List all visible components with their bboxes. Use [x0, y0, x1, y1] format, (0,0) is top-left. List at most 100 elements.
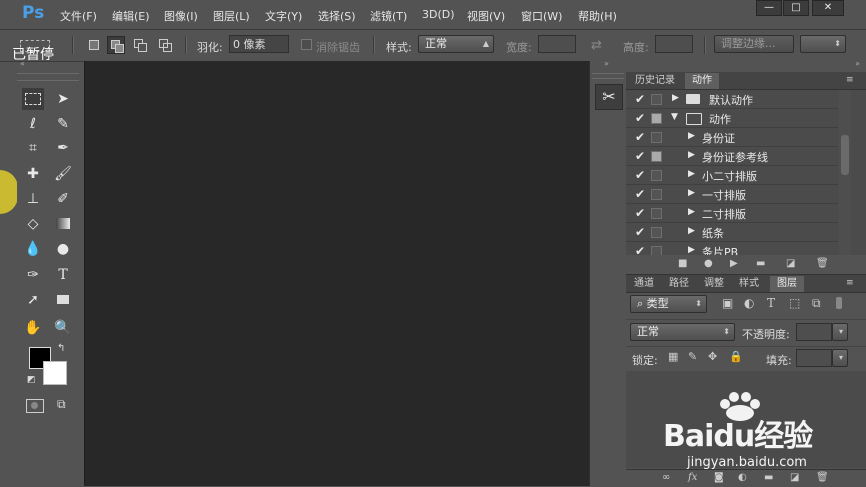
- crop-tool-icon[interactable]: ⌗: [22, 137, 44, 159]
- lock-all-icon[interactable]: 🔒: [729, 350, 743, 363]
- height-input[interactable]: [655, 35, 693, 53]
- new-group-icon[interactable]: ▬: [764, 472, 773, 483]
- new-set-icon[interactable]: ▬: [756, 258, 765, 269]
- filter-type-icon[interactable]: T: [767, 296, 775, 310]
- eyedropper-tool-icon[interactable]: ✒: [52, 137, 74, 159]
- menu-view[interactable]: 视图(V): [467, 8, 505, 24]
- swap-dimensions-icon[interactable]: ⇄: [591, 38, 602, 53]
- tab-history[interactable]: 历史记录: [629, 73, 681, 89]
- menu-3d[interactable]: 3D(D): [422, 8, 455, 21]
- tab-styles[interactable]: 样式: [734, 276, 764, 292]
- panel-menu-icon[interactable]: ≡: [846, 75, 854, 85]
- check-icon[interactable]: ✔: [635, 168, 645, 182]
- menu-window[interactable]: 窗口(W): [521, 8, 562, 24]
- check-icon[interactable]: ✔: [635, 130, 645, 144]
- feather-input[interactable]: 0 像素: [229, 35, 289, 53]
- filter-adjustment-icon[interactable]: ◐: [744, 296, 754, 310]
- check-icon[interactable]: ✔: [635, 92, 645, 106]
- pen-tool-icon[interactable]: ✑: [22, 264, 44, 286]
- check-icon[interactable]: ✔: [635, 206, 645, 220]
- panels-header[interactable]: »: [626, 59, 866, 71]
- clone-stamp-tool-icon[interactable]: ⊥: [22, 188, 44, 210]
- list-item[interactable]: ✔ ▶ 二寸排版: [626, 204, 838, 223]
- blend-mode-dropdown[interactable]: 正常 ⬍: [630, 323, 735, 341]
- screen-mode-icon[interactable]: ⧉: [57, 397, 66, 412]
- fill-slider-button[interactable]: ▾: [832, 349, 848, 367]
- tab-adjustments[interactable]: 调整: [699, 276, 729, 292]
- list-item[interactable]: ✔ ▶ 身份证: [626, 128, 838, 147]
- minimize-button[interactable]: —: [756, 0, 782, 16]
- tab-layers[interactable]: 图层: [770, 276, 804, 292]
- healing-brush-tool-icon[interactable]: ✚: [22, 163, 44, 185]
- actions-scrollbar[interactable]: [839, 90, 851, 255]
- tab-actions[interactable]: 动作: [685, 73, 719, 89]
- hand-tool-icon[interactable]: ✋: [22, 317, 44, 339]
- rectangle-tool-icon[interactable]: [52, 289, 74, 311]
- style-dropdown[interactable]: 正常 ▲: [418, 35, 494, 53]
- tab-channels[interactable]: 通道: [629, 276, 659, 292]
- eraser-tool-icon[interactable]: ◇: [22, 213, 44, 235]
- default-colors-icon[interactable]: ◩: [27, 375, 36, 385]
- check-icon[interactable]: ✔: [635, 111, 645, 125]
- filter-smart-object-icon[interactable]: ⧉: [812, 296, 821, 311]
- lasso-tool-icon[interactable]: ℓ: [22, 113, 44, 135]
- add-selection-icon[interactable]: [107, 36, 125, 54]
- intersect-selection-icon[interactable]: [156, 36, 174, 54]
- dialog-toggle-icon[interactable]: [651, 94, 662, 105]
- layer-style-icon[interactable]: fx: [688, 472, 697, 483]
- quick-mask-icon[interactable]: [26, 399, 44, 413]
- dialog-toggle-icon[interactable]: [651, 151, 662, 162]
- menu-filter[interactable]: 滤镜(T): [370, 8, 407, 24]
- expand-arrow-icon[interactable]: ▶: [688, 226, 695, 236]
- antialias-checkbox[interactable]: [301, 39, 312, 50]
- dialog-toggle-icon[interactable]: [651, 113, 662, 124]
- swap-colors-icon[interactable]: ↰: [57, 343, 65, 354]
- subtract-selection-icon[interactable]: [131, 36, 149, 54]
- menu-edit[interactable]: 编辑(E): [112, 8, 150, 24]
- expand-arrow-icon[interactable]: ▶: [688, 150, 695, 160]
- expand-arrow-icon[interactable]: ▶: [688, 131, 695, 141]
- filter-pixel-icon[interactable]: ▣: [722, 296, 733, 310]
- history-brush-tool-icon[interactable]: ✐: [52, 188, 74, 210]
- expand-arrow-icon[interactable]: ▶: [688, 169, 695, 179]
- dock-header[interactable]: »: [590, 59, 626, 71]
- trash-icon[interactable]: 🗑: [816, 258, 829, 269]
- move-tool-icon[interactable]: ➤: [52, 88, 74, 110]
- expand-arrow-icon[interactable]: ▶: [688, 245, 695, 255]
- toolbox-header[interactable]: «: [17, 59, 79, 71]
- menu-image[interactable]: 图像(I): [164, 8, 198, 24]
- zoom-tool-icon[interactable]: 🔍: [52, 317, 74, 339]
- link-layers-icon[interactable]: ∞: [662, 472, 670, 483]
- list-item[interactable]: ✔ ▶ 默认动作: [626, 90, 838, 109]
- rect-marquee-tool-icon[interactable]: [22, 88, 44, 110]
- collapse-icon[interactable]: «: [20, 59, 25, 68]
- dock-grip[interactable]: [592, 73, 624, 79]
- list-item[interactable]: ✔ ▶ 身份证参考线: [626, 147, 838, 166]
- list-item[interactable]: ✔ ▶ 一寸排版: [626, 185, 838, 204]
- quick-selection-tool-icon[interactable]: ✎: [52, 113, 74, 135]
- width-input[interactable]: [538, 35, 576, 53]
- menu-select[interactable]: 选择(S): [318, 8, 356, 24]
- type-tool-icon[interactable]: T: [52, 264, 74, 286]
- expand-arrow-icon[interactable]: ▶: [688, 207, 695, 217]
- lock-transparent-icon[interactable]: ▦: [668, 350, 678, 363]
- collapse-icon[interactable]: »: [855, 59, 860, 68]
- restore-button[interactable]: □: [783, 0, 809, 16]
- new-selection-icon[interactable]: [85, 36, 103, 54]
- list-item[interactable]: ✔ ▶ 小二寸排版: [626, 166, 838, 185]
- menu-layer[interactable]: 图层(L): [213, 8, 250, 24]
- path-selection-tool-icon[interactable]: ➚: [22, 289, 44, 311]
- stop-icon[interactable]: ■: [678, 258, 687, 269]
- list-item[interactable]: ✔ ▶ 纸条: [626, 223, 838, 242]
- dialog-toggle-icon[interactable]: [651, 189, 662, 200]
- dialog-toggle-icon[interactable]: [651, 246, 662, 255]
- dialog-toggle-icon[interactable]: [651, 208, 662, 219]
- sponge-tool-icon[interactable]: ●: [52, 238, 74, 260]
- tab-paths[interactable]: 路径: [664, 276, 694, 292]
- menu-type[interactable]: 文字(Y): [265, 8, 302, 24]
- layer-filter-dropdown[interactable]: ⌕ 类型 ⬍: [630, 295, 707, 313]
- list-item[interactable]: ✔ ▼ 动作: [626, 109, 838, 128]
- blur-tool-icon[interactable]: 💧: [22, 238, 44, 260]
- check-icon[interactable]: ✔: [635, 187, 645, 201]
- check-icon[interactable]: ✔: [635, 149, 645, 163]
